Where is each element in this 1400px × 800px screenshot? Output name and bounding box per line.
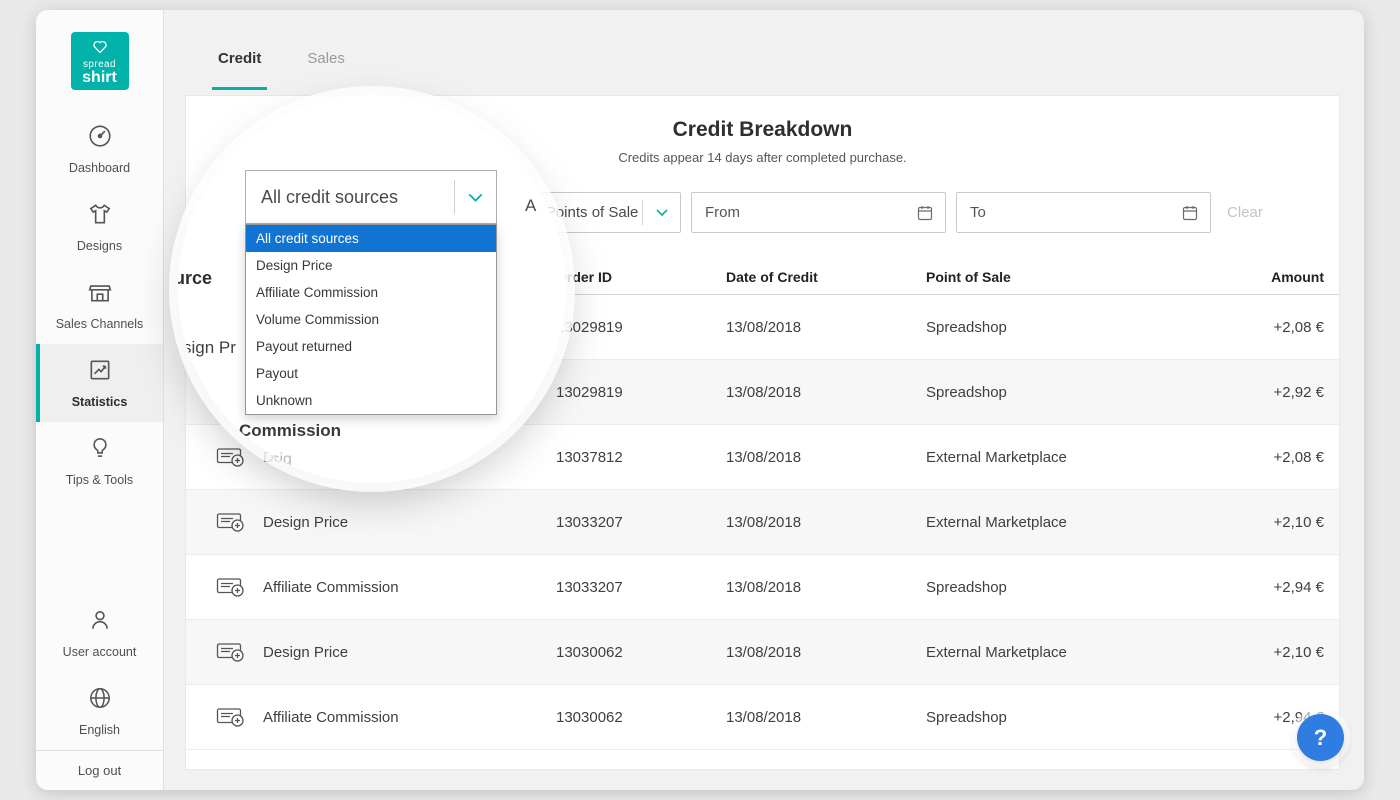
amount-cell: +2,10 € — [1176, 644, 1339, 661]
credit-entry-icon — [216, 706, 246, 728]
amount-cell: +2,10 € — [1176, 514, 1339, 531]
magnified-row-fragment: Desig — [203, 447, 292, 473]
header-date-of-credit: Date of Credit — [726, 269, 926, 285]
credit-source-cell: Design Price — [263, 644, 348, 661]
chevron-down-icon — [454, 180, 496, 214]
amount-cell: +2,94 € — [1176, 579, 1339, 596]
clear-filters-link[interactable]: Clear — [1227, 204, 1263, 221]
order-id-cell: 13029819 — [556, 384, 726, 401]
calendar-icon — [905, 205, 945, 221]
order-id-cell: 13037812 — [556, 449, 726, 466]
credit-source-cell: Affiliate Commission — [263, 709, 399, 726]
credit-entry-icon — [203, 447, 239, 473]
magnified-row-fragment: Commission — [239, 421, 341, 441]
table-row: Affiliate Commission 13033207 13/08/2018… — [186, 555, 1339, 620]
point-of-sale-cell: Spreadshop — [926, 579, 1176, 596]
date-cell: 13/08/2018 — [726, 514, 926, 531]
lightbulb-icon — [87, 435, 113, 466]
logo-text-bottom: shirt — [82, 70, 117, 85]
tab-sales[interactable]: Sales — [301, 30, 351, 90]
order-id-cell: 13033207 — [556, 579, 726, 596]
option-payout-returned[interactable]: Payout returned — [246, 333, 496, 360]
option-affiliate-commission[interactable]: Affiliate Commission — [246, 279, 496, 306]
order-id-cell: 13030062 — [556, 644, 726, 661]
date-cell: 13/08/2018 — [726, 449, 926, 466]
sidebar-item-designs[interactable]: Designs — [36, 188, 163, 266]
option-volume-commission[interactable]: Volume Commission — [246, 306, 496, 333]
table-row: Design Price 13033207 13/08/2018 Externa… — [186, 490, 1339, 555]
logo-text-top: spread — [83, 60, 116, 70]
user-icon — [87, 607, 113, 638]
option-design-price[interactable]: Design Price — [246, 252, 496, 279]
chevron-down-icon — [642, 200, 680, 225]
help-button[interactable]: ? — [1297, 714, 1344, 761]
amount-cell: +2,08 € — [1176, 319, 1339, 336]
chart-icon — [87, 357, 113, 388]
date-from-field[interactable] — [691, 192, 946, 233]
sidebar: spread shirt Dashboard Designs Sales Cha… — [36, 10, 164, 790]
spreadshirt-logo[interactable]: spread shirt — [71, 32, 129, 90]
credit-entry-icon — [216, 641, 246, 663]
option-payout[interactable]: Payout — [246, 360, 496, 387]
tab-credit[interactable]: Credit — [212, 30, 267, 90]
sidebar-item-dashboard[interactable]: Dashboard — [36, 110, 163, 188]
sidebar-item-user-account[interactable]: User account — [36, 594, 163, 672]
tshirt-icon — [87, 201, 113, 232]
header-point-of-sale: Point of Sale — [926, 269, 1176, 285]
header-amount: Amount — [1176, 269, 1339, 285]
app-window: spread shirt Dashboard Designs Sales Cha… — [36, 10, 1364, 790]
date-cell: 13/08/2018 — [726, 644, 926, 661]
credit-source-cell: Design Price — [263, 514, 348, 531]
credit-entry-icon — [216, 576, 246, 598]
storefront-icon — [87, 279, 113, 310]
point-of-sale-cell: External Marketplace — [926, 449, 1176, 466]
magnified-pos-select-fragment: A — [525, 196, 536, 216]
order-id-cell: 13029819 — [556, 319, 726, 336]
order-id-cell: 13033207 — [556, 514, 726, 531]
magnified-credit-source-select[interactable]: All credit sources — [245, 170, 497, 224]
date-cell: 13/08/2018 — [726, 319, 926, 336]
point-of-sale-cell: Spreadshop — [926, 709, 1176, 726]
order-id-cell: 13030062 — [556, 709, 726, 726]
option-all-credit-sources[interactable]: All credit sources — [246, 225, 496, 252]
logout-button[interactable]: Log out — [36, 750, 163, 790]
table-row: Affiliate Commission 13030062 13/08/2018… — [186, 685, 1339, 750]
sidebar-item-language[interactable]: English — [36, 672, 163, 750]
date-cell: 13/08/2018 — [726, 579, 926, 596]
magnified-header-fragment: ource — [178, 268, 212, 289]
date-cell: 13/08/2018 — [726, 384, 926, 401]
sidebar-item-statistics[interactable]: Statistics — [36, 344, 163, 422]
point-of-sale-cell: Spreadshop — [926, 319, 1176, 336]
zoom-magnifier-circle: ource sign Pr Commission Desig A All cre… — [178, 95, 566, 483]
sidebar-spacer — [36, 500, 163, 594]
header-order-id: Order ID — [556, 269, 726, 285]
date-to-input[interactable] — [957, 204, 1170, 221]
credit-source-options-list: All credit sources Design Price Affiliat… — [245, 224, 497, 415]
option-unknown[interactable]: Unknown — [246, 387, 496, 414]
tab-bar: Credit Sales — [164, 10, 1364, 95]
sidebar-item-sales-channels[interactable]: Sales Channels — [36, 266, 163, 344]
sidebar-item-tips-tools[interactable]: Tips & Tools — [36, 422, 163, 500]
date-from-input[interactable] — [692, 204, 905, 221]
credit-entry-icon — [216, 511, 246, 533]
date-cell: 13/08/2018 — [726, 709, 926, 726]
globe-icon — [87, 685, 113, 716]
credit-source-cell: Affiliate Commission — [263, 579, 399, 596]
amount-cell: +2,92 € — [1176, 384, 1339, 401]
amount-cell: +2,08 € — [1176, 449, 1339, 466]
date-to-field[interactable] — [956, 192, 1211, 233]
table-row: Design Price 13030062 13/08/2018 Externa… — [186, 620, 1339, 685]
gauge-icon — [87, 123, 113, 154]
point-of-sale-cell: External Marketplace — [926, 644, 1176, 661]
point-of-sale-cell: Spreadshop — [926, 384, 1176, 401]
heart-icon — [91, 38, 109, 59]
point-of-sale-cell: External Marketplace — [926, 514, 1176, 531]
magnified-row-fragment: sign Pr — [183, 338, 236, 358]
calendar-icon — [1170, 205, 1210, 221]
